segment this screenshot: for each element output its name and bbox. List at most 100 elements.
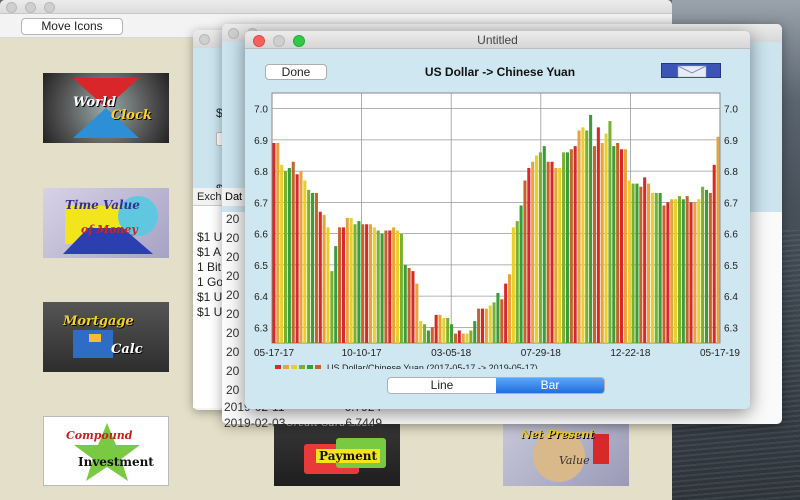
history-row-stub[interactable]: 20	[226, 288, 239, 307]
data-bar	[438, 314, 442, 343]
data-bar	[280, 164, 284, 343]
data-bar	[542, 146, 546, 343]
history-row-stub[interactable]: 20	[226, 231, 239, 250]
world-clock-app-icon[interactable]: World Clock	[43, 73, 169, 143]
y-tick-label-right: 6.8	[724, 167, 738, 178]
data-bar	[392, 227, 396, 343]
data-bar	[635, 183, 639, 343]
bar-mode-button[interactable]: Bar	[496, 378, 604, 393]
data-bar	[511, 227, 515, 343]
history-row-stub[interactable]: 20	[226, 269, 239, 288]
history-row-stub[interactable]: 20	[226, 212, 239, 231]
payment-label-2: Payment	[316, 449, 381, 463]
data-bar	[322, 214, 326, 343]
x-tick-label: 10-10-17	[342, 348, 382, 359]
data-bar	[372, 227, 376, 343]
view-mode-segmented-control: Line Bar	[387, 377, 605, 394]
history-date: 2019-02-03	[224, 416, 286, 430]
history-row-stub[interactable]: 20	[226, 364, 239, 383]
data-bar	[608, 121, 612, 343]
window-title: Untitled	[477, 33, 518, 47]
close-button[interactable]	[199, 34, 210, 45]
data-bar	[627, 180, 631, 343]
history-row-stub[interactable]: 20	[226, 307, 239, 326]
compound-label-2: Investment	[78, 455, 154, 469]
y-tick-label-left: 6.8	[254, 167, 268, 178]
data-bar	[419, 321, 423, 343]
data-bar	[295, 174, 299, 343]
data-bar	[307, 189, 311, 343]
data-bar	[330, 271, 334, 343]
data-bar	[531, 161, 535, 343]
launcher-window-controls	[6, 2, 55, 13]
data-bar	[376, 230, 380, 343]
data-bar	[314, 193, 318, 343]
launcher-titlebar	[0, 0, 672, 14]
coin-icon	[533, 430, 609, 482]
data-bar	[465, 333, 469, 343]
data-bar	[712, 164, 716, 343]
data-bar	[677, 196, 681, 343]
data-bar	[619, 149, 624, 343]
time-value-app-icon[interactable]: Time Value of Money	[43, 188, 169, 258]
data-bar	[403, 264, 407, 343]
done-button[interactable]: Done	[265, 64, 327, 80]
y-tick-label-right: 7.0	[724, 105, 738, 116]
y-tick-label-right: 6.4	[724, 292, 738, 303]
data-bar	[500, 299, 504, 343]
x-tick-label: 05-17-19	[700, 348, 740, 359]
compound-investment-app-icon[interactable]: Compound Investment	[43, 416, 169, 486]
data-bar	[596, 127, 600, 343]
data-bar	[604, 133, 608, 343]
npv-app-icon[interactable]: Net Present Value	[503, 416, 629, 486]
data-bar	[658, 193, 662, 343]
history-row-stub[interactable]: 20	[226, 326, 239, 345]
data-bar	[592, 146, 597, 343]
data-bar	[357, 221, 361, 343]
line-mode-button[interactable]: Line	[388, 378, 496, 393]
email-button[interactable]	[661, 63, 721, 78]
minimize-button[interactable]	[25, 2, 36, 13]
history-row[interactable]: 2019-02-03 6.7449	[224, 416, 382, 432]
data-bar	[589, 114, 593, 343]
compound-label-1: Compound	[66, 429, 133, 442]
data-bar	[457, 330, 461, 343]
mortgage-app-icon[interactable]: Mortgage Calc	[43, 302, 169, 372]
data-bar	[287, 168, 291, 343]
close-button[interactable]	[6, 2, 17, 13]
data-bar	[442, 318, 446, 343]
zoom-button[interactable]	[44, 2, 55, 13]
npv-label-1: Net Present	[521, 428, 595, 441]
data-bar	[519, 205, 523, 343]
data-bar	[469, 330, 473, 343]
history-date-stubs: 20 20 20 20 20 20 20 20 20 20	[226, 212, 239, 402]
x-tick-label: 05-17-17	[254, 348, 294, 359]
data-bar	[697, 199, 701, 343]
data-bar	[612, 146, 616, 343]
data-bar	[488, 305, 492, 343]
y-tick-label-right: 6.5	[724, 261, 738, 272]
data-bar	[647, 183, 651, 343]
data-bar	[407, 268, 411, 343]
data-bar	[388, 230, 392, 343]
data-bar	[581, 127, 585, 343]
world-clock-label-2: Clock	[111, 108, 152, 123]
legend-swatch	[291, 365, 297, 369]
data-bar	[558, 168, 562, 343]
data-bar	[365, 224, 369, 343]
data-bar	[681, 199, 685, 343]
data-bar	[585, 130, 589, 343]
world-clock-label-1: World	[73, 95, 117, 110]
history-row-stub[interactable]: 20	[226, 250, 239, 269]
data-bar	[423, 324, 427, 343]
legend-swatch	[283, 365, 289, 369]
move-icons-button[interactable]: Move Icons	[21, 18, 123, 35]
data-bar	[504, 283, 508, 343]
data-bar	[272, 143, 276, 343]
mortgage-icon	[73, 330, 113, 358]
data-bar	[345, 218, 349, 343]
data-bar	[565, 152, 569, 343]
npv-label-2: Value	[559, 454, 590, 467]
close-button[interactable]	[228, 28, 239, 39]
history-row-stub[interactable]: 20	[226, 345, 239, 364]
